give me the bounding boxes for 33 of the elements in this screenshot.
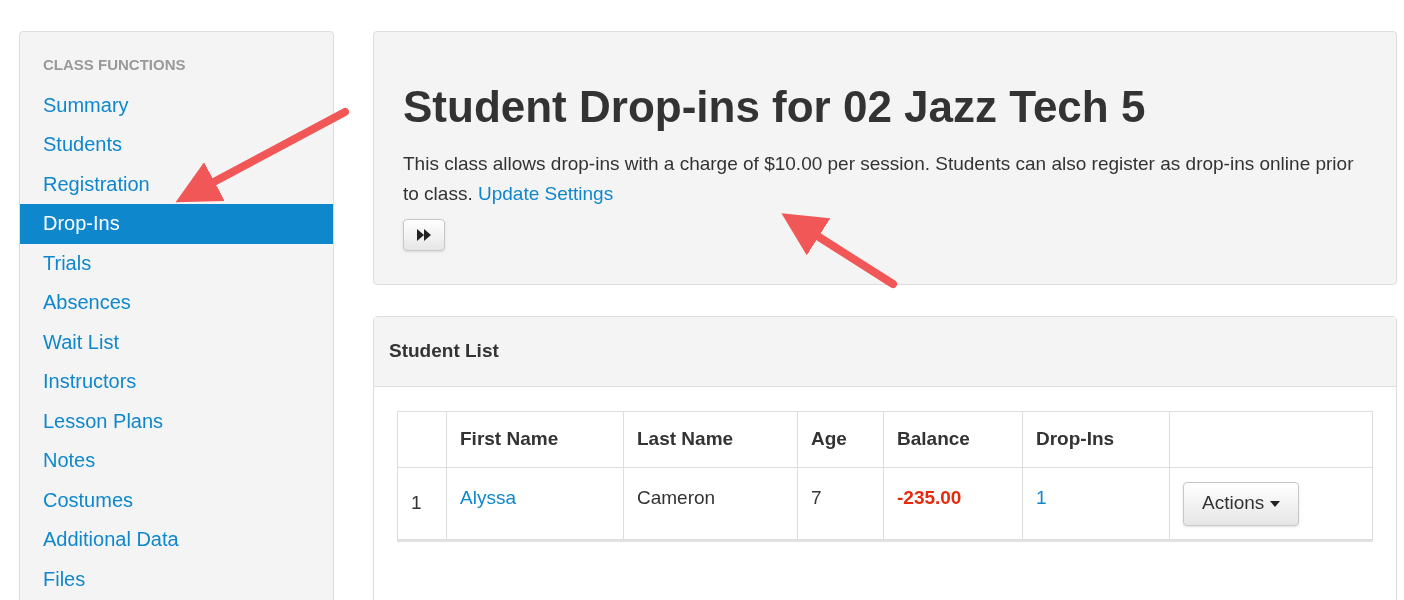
column-header: Age xyxy=(797,411,884,468)
fast-forward-icon xyxy=(416,228,432,242)
sidebar-item[interactable]: Files xyxy=(20,559,333,599)
sidebar-item[interactable]: Costumes xyxy=(20,480,333,520)
table-cell: Cameron xyxy=(623,467,798,540)
sidebar-heading: CLASS FUNCTIONS xyxy=(42,55,187,75)
sidebar-item[interactable]: Drop-Ins xyxy=(20,204,333,244)
actions-button[interactable]: Actions xyxy=(1183,481,1300,526)
column-header: Drop-Ins xyxy=(1022,411,1170,468)
fast-forward-button[interactable] xyxy=(403,219,445,251)
sidebar-item[interactable]: Summary xyxy=(20,85,333,125)
sidebar-item[interactable]: Wait List xyxy=(20,322,333,362)
update-settings-link[interactable]: Update Settings xyxy=(478,183,614,204)
first-name-link[interactable]: Alyssa xyxy=(446,467,624,540)
sidebar-item[interactable]: Lesson Plans xyxy=(20,401,333,441)
balance-cell: -235.00 xyxy=(883,467,1023,540)
column-header: Last Name xyxy=(623,411,798,468)
sidebar-item[interactable]: Trials xyxy=(20,243,333,283)
sidebar-item[interactable]: Notes xyxy=(20,441,333,481)
table-cell: 7 xyxy=(797,467,884,540)
column-header: Balance xyxy=(883,411,1023,468)
sidebar-item[interactable]: Students xyxy=(20,125,333,165)
description-text: This class allows drop-ins with a charge of $10.00 per session. Students can also register as drop-ins online prior to class. Update Settings xyxy=(403,152,1355,206)
sidebar-item[interactable]: Registration xyxy=(20,164,333,204)
drop-ins-link[interactable]: 1 xyxy=(1022,467,1170,540)
caret-icon xyxy=(1270,500,1281,507)
page-title: Student Drop-ins for 02 Jazz Tech 5 xyxy=(403,81,1147,133)
sidebar-item[interactable]: Additional Data xyxy=(20,520,333,560)
column-header: First Name xyxy=(446,411,624,468)
sidebar-item[interactable]: Instructors xyxy=(20,362,333,402)
row-number: 1 xyxy=(397,467,447,540)
panel-title: Student List xyxy=(389,339,499,364)
sidebar-item[interactable]: Absences xyxy=(20,283,333,323)
